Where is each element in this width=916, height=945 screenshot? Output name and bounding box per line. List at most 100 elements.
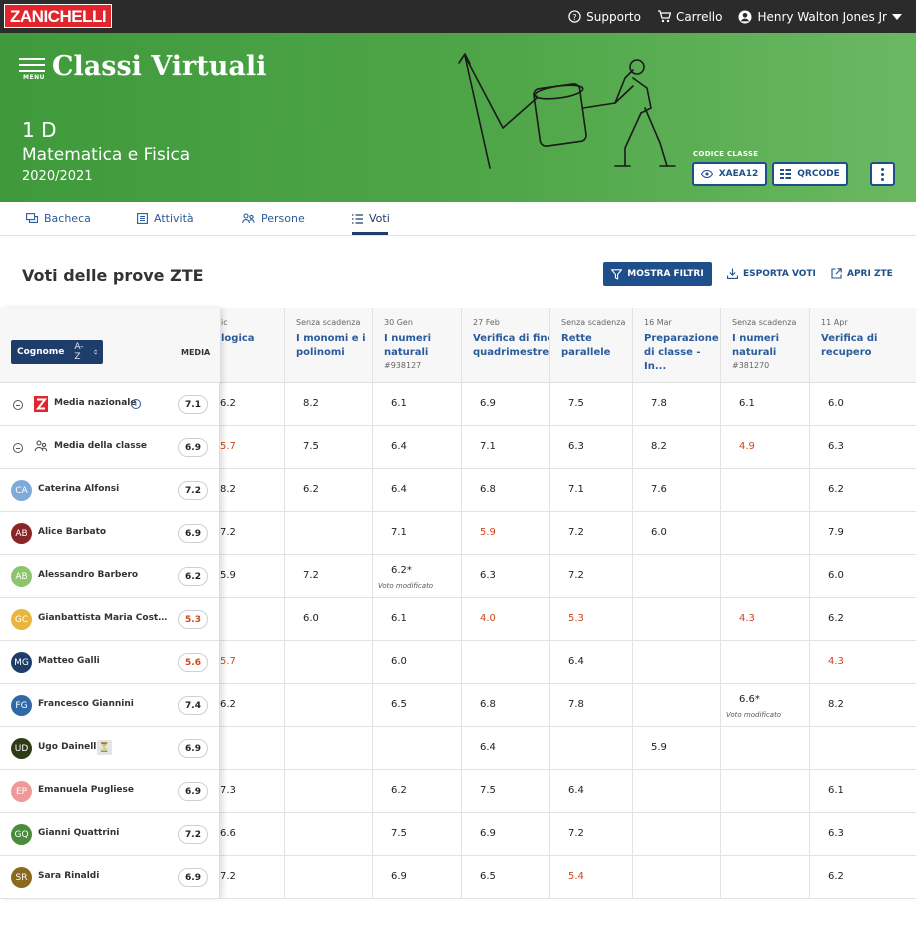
grade-cell[interactable]: 5.4 — [568, 871, 584, 882]
grade-cell[interactable]: 6.2* — [391, 565, 412, 576]
grade-cell[interactable]: 7.2 — [303, 570, 319, 581]
grade-cell[interactable]: 6.3 — [828, 828, 844, 839]
support-link[interactable]: ? Supporto — [568, 10, 641, 24]
tab-attivita[interactable]: Attività — [137, 212, 194, 225]
test-title-link[interactable]: I numeri naturali — [384, 332, 461, 360]
test-title-link[interactable]: Preparazione di classe - In... — [644, 332, 720, 374]
test-title-link[interactable]: I monomi e i polinomi — [296, 332, 372, 360]
user-menu[interactable]: Henry Walton Jones Jr — [738, 10, 902, 24]
grade-cell[interactable]: 7.5 — [568, 398, 584, 409]
cart-link[interactable]: Carrello — [657, 10, 722, 24]
grade-cell[interactable]: 6.4 — [391, 441, 407, 452]
student-row[interactable]: GC Gianbattista Maria Costacurta 5.3 — [0, 598, 220, 641]
grade-cell[interactable]: 6.0 — [828, 570, 844, 581]
student-row[interactable]: AB Alice Barbato 6.9 — [0, 512, 220, 555]
grade-cell[interactable]: 7.2 — [568, 828, 584, 839]
grade-cell[interactable]: 5.9 — [651, 742, 667, 753]
grade-cell[interactable]: 6.0 — [391, 656, 407, 667]
student-row[interactable]: SR Sara Rinaldi 6.9 — [0, 856, 220, 899]
tab-voti[interactable]: Voti — [352, 212, 390, 225]
grade-cell[interactable]: 6.4 — [480, 742, 496, 753]
student-row[interactable]: FG Francesco Giannini 7.4 — [0, 684, 220, 727]
test-title-link[interactable]: I numeri naturali — [732, 332, 809, 360]
grade-cell[interactable]: 6.2 — [303, 484, 319, 495]
grade-cell[interactable]: 6.2 — [220, 398, 236, 409]
collapse-icon[interactable] — [13, 443, 23, 453]
grade-cell[interactable]: 6.5 — [391, 699, 407, 710]
info-icon[interactable]: i — [131, 399, 141, 409]
grade-cell[interactable]: 6.0 — [303, 613, 319, 624]
grade-cell[interactable]: 8.2 — [303, 398, 319, 409]
grade-cell[interactable]: 8.2 — [828, 699, 844, 710]
student-row[interactable]: EP Emanuela Pugliese 6.9 — [0, 770, 220, 813]
grade-cell[interactable]: 7.2 — [220, 871, 236, 882]
grade-cell[interactable]: 7.2 — [220, 527, 236, 538]
grade-cell[interactable]: 6.2 — [391, 785, 407, 796]
grade-cell[interactable]: 6.4 — [391, 484, 407, 495]
grade-cell[interactable]: 6.9 — [480, 398, 496, 409]
qrcode-button[interactable]: QRCODE — [772, 162, 848, 186]
grade-cell[interactable]: 7.1 — [391, 527, 407, 538]
grade-cell[interactable]: 6.2 — [220, 699, 236, 710]
grade-cell[interactable]: 7.6 — [651, 484, 667, 495]
test-title-link[interactable]: logica — [221, 332, 284, 346]
grade-cell[interactable]: 6.5 — [480, 871, 496, 882]
grade-cell[interactable]: 7.1 — [568, 484, 584, 495]
grade-cell[interactable]: 8.2 — [651, 441, 667, 452]
class-code-button[interactable]: XAEA12 — [692, 162, 767, 186]
test-title-link[interactable]: Verifica di recupero — [821, 332, 903, 360]
more-options-button[interactable] — [870, 162, 895, 186]
grade-cell[interactable]: 6.8 — [480, 484, 496, 495]
menu-button[interactable]: MENU — [19, 58, 47, 82]
grade-cell[interactable]: 6.2 — [828, 484, 844, 495]
grade-cell[interactable]: 6.1 — [391, 398, 407, 409]
grade-cell[interactable]: 6.4 — [568, 656, 584, 667]
grade-cell[interactable]: 6.2 — [828, 613, 844, 624]
grade-cell[interactable]: 7.2 — [568, 527, 584, 538]
grade-cell[interactable]: 6.9 — [480, 828, 496, 839]
zanichelli-logo[interactable]: ZANICHELLI — [4, 4, 113, 28]
grade-cell[interactable]: 6.3 — [828, 441, 844, 452]
grade-cell[interactable]: 6.3 — [568, 441, 584, 452]
student-row[interactable]: MG Matteo Galli 5.6 — [0, 641, 220, 684]
grade-cell[interactable]: 6.6* — [739, 694, 760, 705]
grade-cell[interactable]: 5.3 — [568, 613, 584, 624]
grade-cell[interactable]: 4.9 — [739, 441, 755, 452]
grade-cell[interactable]: 7.2 — [568, 570, 584, 581]
show-filters-button[interactable]: MOSTRA FILTRI — [603, 262, 712, 286]
student-row[interactable]: GQ Gianni Quattrini 7.2 — [0, 813, 220, 856]
grade-cell[interactable]: 6.2 — [828, 871, 844, 882]
grade-cell[interactable]: 6.9 — [391, 871, 407, 882]
collapse-icon[interactable] — [13, 400, 23, 410]
grade-cell[interactable]: 6.8 — [480, 699, 496, 710]
grade-cell[interactable]: 5.9 — [480, 527, 496, 538]
grade-cell[interactable]: 7.9 — [828, 527, 844, 538]
grade-cell[interactable]: 6.1 — [739, 398, 755, 409]
grade-cell[interactable]: 6.6 — [220, 828, 236, 839]
grade-cell[interactable]: 7.3 — [220, 785, 236, 796]
grade-cell[interactable]: 7.5 — [391, 828, 407, 839]
tab-persone[interactable]: Persone — [242, 212, 305, 225]
sort-surname-button[interactable]: Cognome A-Z — [11, 340, 103, 364]
student-row[interactable]: CA Caterina Alfonsi 7.2 — [0, 469, 220, 512]
grade-cell[interactable]: 5.7 — [220, 441, 236, 452]
test-title-link[interactable]: Verifica di fine quadrimestre — [473, 332, 549, 360]
open-zte-button[interactable]: APRI ZTE — [831, 268, 893, 279]
grade-cell[interactable]: 6.4 — [568, 785, 584, 796]
grade-cell[interactable]: 4.0 — [480, 613, 496, 624]
grade-cell[interactable]: 6.0 — [651, 527, 667, 538]
grade-cell[interactable]: 7.8 — [651, 398, 667, 409]
student-row[interactable]: UD Ugo Dainelli ⏳ 6.9 — [0, 727, 220, 770]
test-title-link[interactable]: Rette parallele — [561, 332, 632, 360]
grade-cell[interactable]: 8.2 — [220, 484, 236, 495]
grade-cell[interactable]: 7.5 — [303, 441, 319, 452]
grade-cell[interactable]: 5.7 — [220, 656, 236, 667]
grade-cell[interactable]: 4.3 — [739, 613, 755, 624]
export-grades-button[interactable]: ESPORTA VOTI — [727, 268, 816, 279]
grade-cell[interactable]: 6.1 — [391, 613, 407, 624]
grade-cell[interactable]: 6.3 — [480, 570, 496, 581]
tab-bacheca[interactable]: Bacheca — [26, 212, 91, 225]
grade-cell[interactable]: 6.1 — [828, 785, 844, 796]
grade-cell[interactable]: 7.1 — [480, 441, 496, 452]
grade-cell[interactable]: 4.3 — [828, 656, 844, 667]
